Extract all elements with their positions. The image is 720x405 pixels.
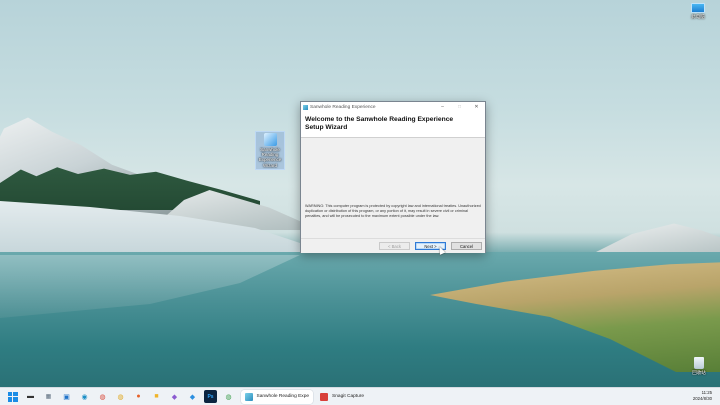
desktop-icon-label: 回收站 — [692, 370, 706, 375]
wizard-header: Welcome to the Sanwhole Reading Experien… — [301, 112, 485, 138]
wizard-footer: < Back Next > Cancel — [301, 239, 485, 253]
setup-wizard-dialog: Sanwhole Reading Experience – □ ✕ Welcom… — [300, 101, 486, 253]
search-icon[interactable]: ▬ — [24, 390, 37, 403]
installer-icon — [263, 133, 277, 146]
clock-date: 2024/8/30 — [692, 396, 712, 402]
visual-studio-icon[interactable]: ◆ — [168, 390, 181, 403]
snagit-icon — [320, 392, 329, 401]
photoshop-icon[interactable]: Ps — [204, 390, 217, 403]
cancel-button[interactable]: Cancel — [451, 242, 482, 250]
system-clock[interactable]: 11:25 2024/8/30 — [693, 390, 712, 403]
firefox-icon[interactable]: ● — [132, 390, 145, 403]
taskbar-app-label: Sanwhole Reading Expe — [256, 394, 310, 399]
widgets-icon[interactable]: ▣ — [60, 390, 73, 403]
recycle-bin-icon — [694, 357, 704, 369]
chrome-icon[interactable]: ◍ — [96, 390, 109, 403]
start-button[interactable] — [6, 390, 19, 403]
desktop-icon-setup[interactable]: Sanwhole Reading Experience Wizard — [255, 131, 285, 170]
desktop-icon-computer[interactable]: 此电脑 — [687, 3, 709, 19]
taskbar-app-setup[interactable]: Sanwhole Reading Expe — [240, 389, 314, 404]
chrome-icon[interactable]: ◍ — [222, 390, 235, 403]
computer-icon — [691, 3, 705, 13]
edge-icon[interactable]: ◉ — [78, 390, 91, 403]
installer-icon — [244, 392, 253, 401]
desktop-icon-label: 此电脑 — [691, 14, 705, 19]
wizard-body: WARNING: This computer program is protec… — [301, 138, 485, 239]
installer-icon — [303, 104, 308, 110]
wallpaper-mountain — [590, 223, 720, 255]
copyright-warning: WARNING: This computer program is protec… — [305, 204, 481, 219]
maximize-button: □ — [457, 104, 462, 110]
windows-logo-icon — [7, 391, 18, 402]
minimize-button[interactable]: – — [434, 102, 451, 112]
desktop-icon-label: Sanwhole Reading Experience Wizard — [258, 147, 282, 168]
wizard-heading: Welcome to the Sanwhole Reading Experien… — [305, 116, 454, 132]
close-button[interactable]: ✕ — [468, 102, 485, 112]
vscode-icon[interactable]: ◆ — [186, 390, 199, 403]
taskbar-app-snagit[interactable]: Snagit Capture — [316, 390, 368, 404]
dialog-title: Sanwhole Reading Experience — [310, 104, 376, 110]
desktop-icon-recycle-bin[interactable]: 回收站 — [688, 357, 710, 375]
taskbar: ▬ ▦ ▣ ◉ ◍ ◍ ● ■ ◆ ◆ Ps ◍ Sanwhole Readin… — [0, 387, 720, 405]
task-view-icon[interactable]: ▦ — [42, 390, 55, 403]
file-explorer-icon[interactable]: ■ — [150, 390, 163, 403]
dialog-titlebar[interactable]: Sanwhole Reading Experience – □ ✕ — [301, 102, 485, 112]
back-button: < Back — [379, 242, 410, 250]
taskbar-app-label: Snagit Capture — [332, 394, 365, 399]
chrome-icon[interactable]: ◍ — [114, 390, 127, 403]
